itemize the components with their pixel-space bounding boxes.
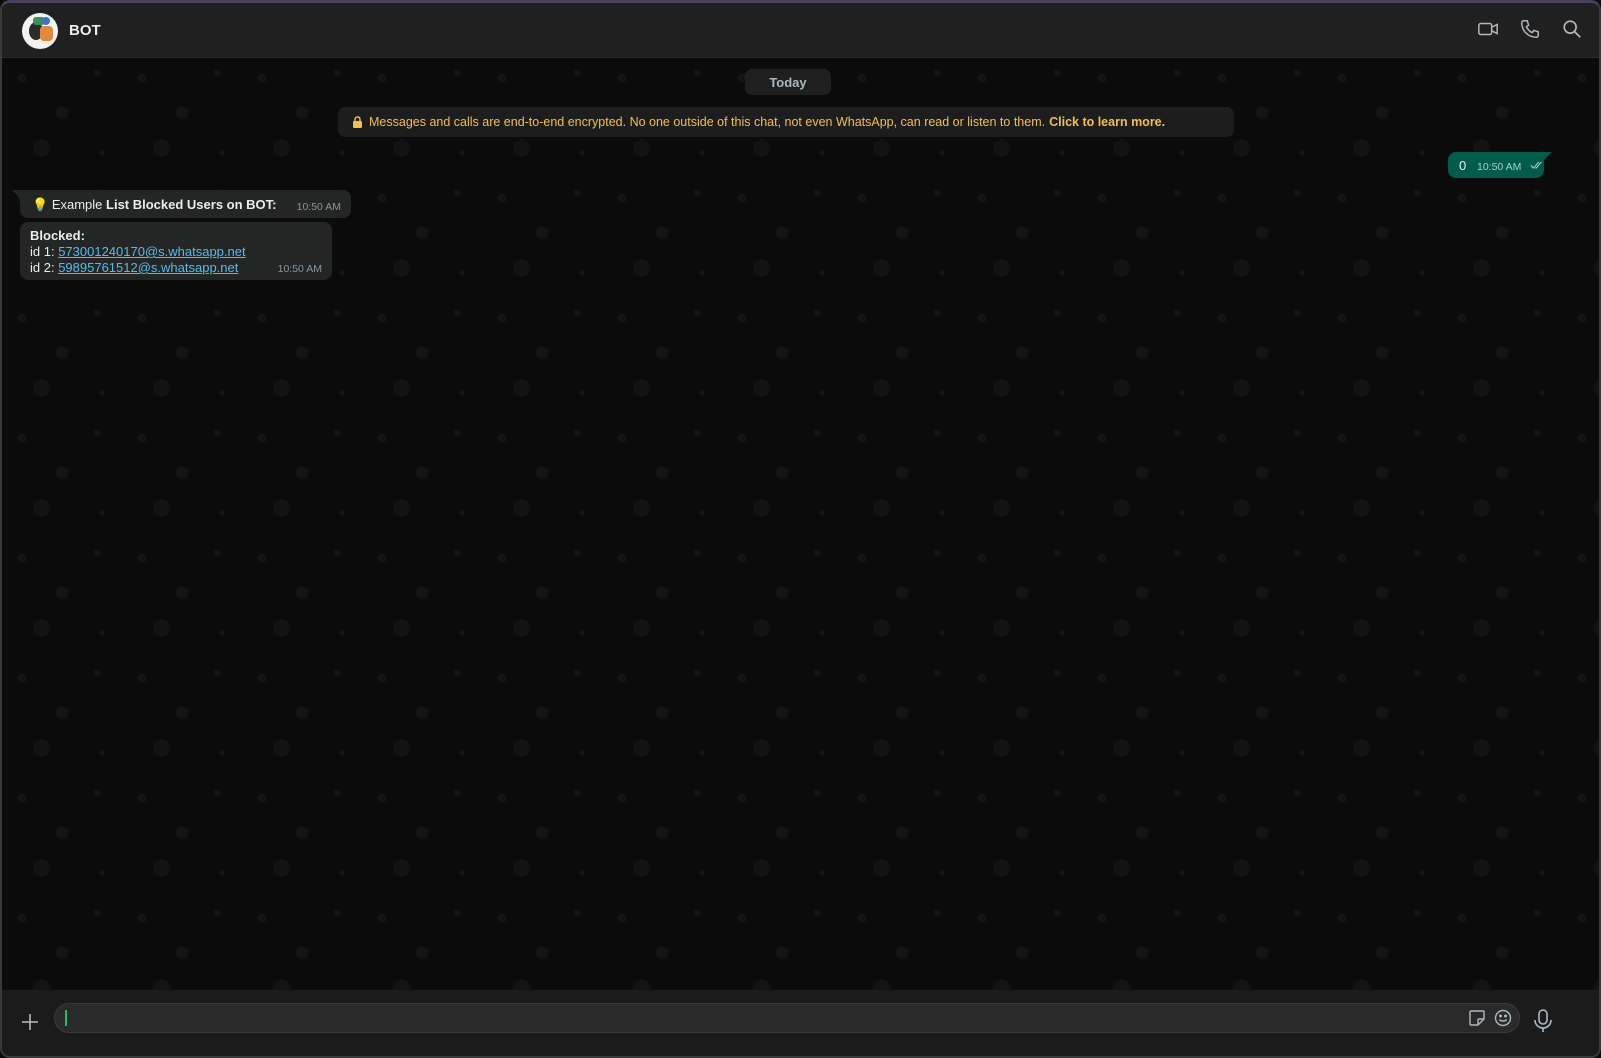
incoming-message[interactable]: 💡 Example List Blocked Users on BOT: 10:… [12,190,351,218]
encryption-text: Messages and calls are end-to-end encryp… [369,115,1046,129]
message-prefix: Example [51,197,107,212]
blocked-id-line: id 2: 59895761512@s.whatsapp.net [30,260,238,275]
voice-call-icon[interactable] [1519,18,1541,40]
message-input[interactable] [71,1004,1455,1034]
lock-icon [353,116,362,128]
blocked-id-label: id 1: [30,244,59,259]
message-heading: Blocked: [30,228,85,243]
avatar[interactable] [22,13,58,49]
attach-plus-icon[interactable] [18,1010,42,1034]
blocked-id-link[interactable]: 573001240170@s.whatsapp.net [58,244,245,259]
incoming-message[interactable]: Blocked: id 1: 573001240170@s.whatsapp.n… [20,222,332,280]
blocked-id-line: id 1: 573001240170@s.whatsapp.net [30,244,246,259]
outgoing-message[interactable]: 0 10:50 AM [1448,152,1552,178]
blocked-id-link[interactable]: 59895761512@s.whatsapp.net [58,260,238,275]
message-text: 💡 Example List Blocked Users on BOT: [32,197,277,213]
encryption-notice[interactable]: Messages and calls are end-to-end encryp… [338,107,1234,137]
chat-area[interactable]: Today Messages and calls are end-to-end … [2,58,1599,991]
message-time: 10:50 AM [277,263,322,275]
message-text: 0 [1459,158,1467,173]
chat-header: BOT [2,3,1599,58]
chat-title[interactable]: BOT [69,22,101,39]
message-time: 10:50 AM [296,201,341,213]
message-bold-text: List Blocked Users on BOT: [106,197,277,212]
message-time: 10:50 AM [1477,161,1522,173]
double-check-icon [1530,161,1542,169]
learn-more-link[interactable]: Click to learn more. [1049,115,1165,129]
header-actions [1477,18,1583,40]
text-caret [65,1010,67,1026]
date-separator: Today [745,69,831,95]
video-call-icon[interactable] [1477,18,1499,40]
microphone-icon[interactable] [1532,1008,1554,1034]
emoji-icon[interactable] [1493,1008,1513,1028]
search-icon[interactable] [1561,18,1583,40]
lightbulb-emoji: 💡 [32,197,49,212]
message-input-container[interactable] [54,1003,1520,1034]
message-composer [2,990,1599,1056]
blocked-id-label: id 2: [30,260,59,275]
app-window: BOT Today Messages and calls are end-to-… [0,0,1601,1058]
sticker-icon[interactable] [1467,1008,1487,1028]
